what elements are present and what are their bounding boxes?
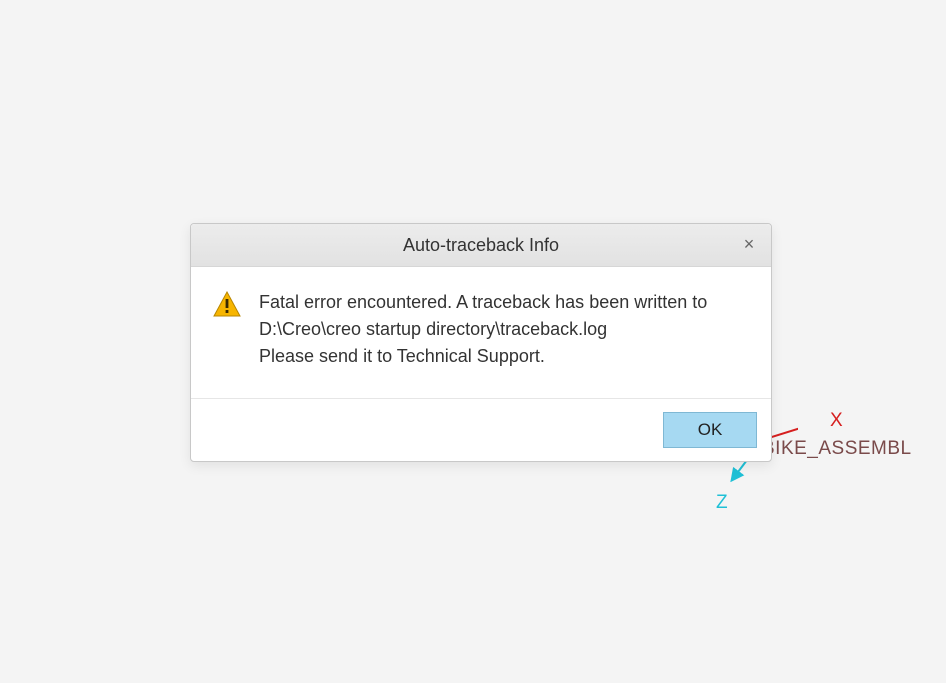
dialog-title: Auto-traceback Info [403, 235, 559, 256]
close-button[interactable]: × [737, 232, 761, 256]
ok-button[interactable]: OK [663, 412, 757, 448]
dialog-titlebar[interactable]: Auto-traceback Info × [191, 224, 771, 267]
csys-object-label: BIKE_ASSEMBL [762, 438, 912, 460]
dialog-message-line3: Please send it to Technical Support. [259, 343, 707, 370]
dialog-message-line1: Fatal error encountered. A traceback has… [259, 289, 707, 316]
traceback-dialog: Auto-traceback Info × Fatal error encoun… [190, 223, 772, 462]
dialog-message: Fatal error encountered. A traceback has… [259, 289, 707, 370]
csys-z-label: Z [716, 492, 728, 514]
dialog-message-line2: D:\Creo\creo startup directory\traceback… [259, 316, 707, 343]
warning-icon [213, 291, 241, 370]
dialog-footer: OK [191, 399, 771, 461]
dialog-body: Fatal error encountered. A traceback has… [191, 267, 771, 399]
ok-button-label: OK [698, 420, 723, 440]
csys-x-label: X [830, 410, 843, 432]
close-icon: × [744, 233, 755, 254]
